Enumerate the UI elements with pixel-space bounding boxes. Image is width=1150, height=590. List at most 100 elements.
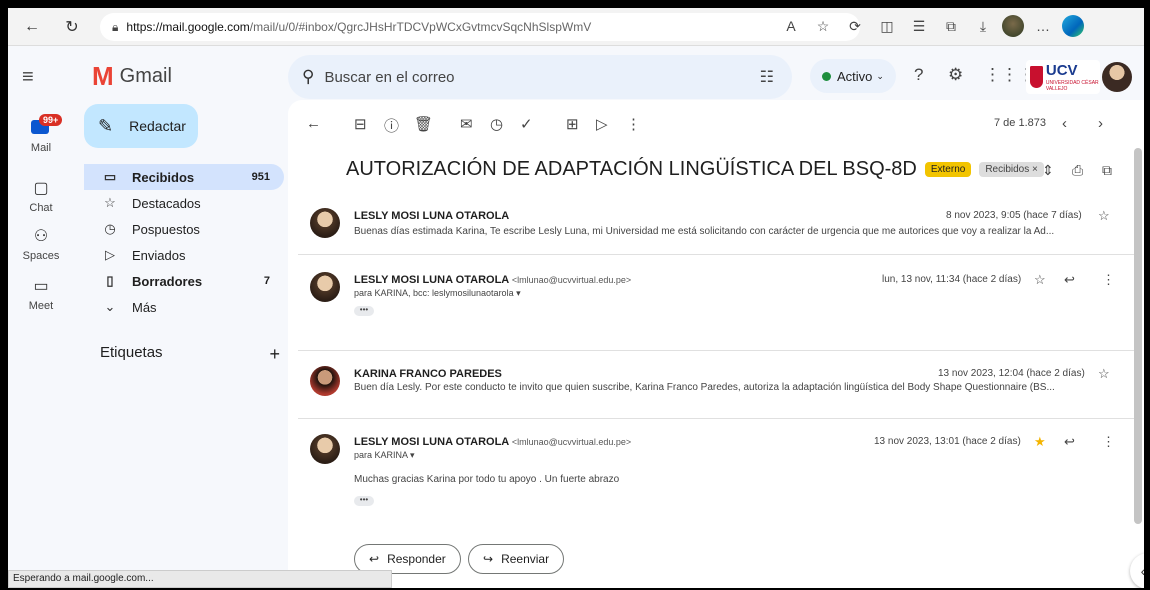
read-aloud-icon[interactable]: A bbox=[778, 13, 804, 39]
older-icon[interactable]: › bbox=[1098, 115, 1103, 132]
back-to-inbox-icon[interactable]: ← bbox=[306, 115, 321, 132]
rail-item-chat[interactable]: ▢ Chat bbox=[8, 178, 74, 214]
sender-avatar bbox=[310, 208, 340, 238]
thread-message[interactable]: KARINA FRANCO PAREDES 13 nov 2023, 12:04… bbox=[288, 362, 1134, 418]
profile-avatar[interactable] bbox=[1002, 15, 1024, 37]
message-recipients[interactable]: para KARINA, bcc: leslymosilunaotarola ▾ bbox=[354, 288, 1114, 299]
show-trimmed-content[interactable]: ••• bbox=[354, 496, 374, 506]
show-trimmed-content[interactable]: ••• bbox=[354, 306, 374, 316]
sender-email: <lmlunao@ucvvirtual.edu.pe> bbox=[511, 437, 632, 447]
message-snippet: Buenas días estimada Karina, Te escribe … bbox=[354, 226, 1055, 237]
message-recipients[interactable]: para KARINA ▾ bbox=[354, 450, 1114, 461]
folder-starred[interactable]: ☆ Destacados bbox=[84, 190, 284, 216]
thread-message[interactable]: LESLY MOSI LUNA OTAROLA <lmlunao@ucvvirt… bbox=[288, 430, 1134, 520]
rail-item-meet[interactable]: ▭ Meet bbox=[8, 276, 74, 312]
collections-icon[interactable]: ⧉ bbox=[938, 13, 964, 39]
folder-sent[interactable]: ▷ Enviados bbox=[84, 242, 284, 268]
favorites-bar-icon[interactable]: ☰ bbox=[906, 13, 932, 39]
thread-message[interactable]: LESLY MOSI LUNA OTAROLA 8 nov 2023, 9:05… bbox=[288, 204, 1134, 260]
draft-icon: ▯ bbox=[106, 273, 114, 288]
more-vert-icon[interactable]: ⋮ bbox=[1102, 272, 1115, 288]
open-new-window-icon[interactable]: ⧉ bbox=[1102, 162, 1112, 179]
sender-avatar bbox=[310, 366, 340, 396]
star-icon[interactable]: ☆ bbox=[1098, 366, 1110, 382]
account-avatar[interactable] bbox=[1102, 62, 1132, 92]
archive-icon[interactable]: ⊟ bbox=[354, 115, 367, 133]
labels-section: Etiquetas + bbox=[100, 344, 280, 365]
copilot-icon[interactable] bbox=[1062, 15, 1084, 37]
more-icon[interactable]: … bbox=[1030, 13, 1056, 39]
folder-snoozed[interactable]: ◷ Pospuestos bbox=[84, 216, 284, 242]
star-icon[interactable]: ☆ bbox=[1098, 208, 1110, 224]
main-menu-icon[interactable]: ≡ bbox=[22, 66, 34, 89]
snooze-icon[interactable]: ◷ bbox=[490, 115, 503, 133]
search-icon[interactable]: ⚲ bbox=[302, 67, 314, 87]
rail-item-mail[interactable]: 99+ Mail bbox=[8, 114, 74, 154]
inbox-tag[interactable]: Recibidos × bbox=[979, 162, 1044, 177]
folder-inbox[interactable]: ▭ Recibidos 951 bbox=[84, 164, 284, 190]
folder-count: 951 bbox=[251, 171, 270, 183]
message-date: 13 nov 2023, 12:04 (hace 2 días) bbox=[938, 368, 1085, 379]
more-options-icon[interactable]: ⋮ bbox=[626, 115, 641, 133]
folder-drafts[interactable]: ▯ Borradores 7 bbox=[84, 268, 284, 294]
rail-label-spaces: Spaces bbox=[22, 250, 60, 262]
browser-actions: A ☆ ⟳ ◫ ☰ ⧉ ⤓ … bbox=[778, 13, 1084, 39]
star-icon[interactable]: ★ bbox=[1034, 434, 1046, 450]
split-screen-icon[interactable]: ◫ bbox=[874, 13, 900, 39]
move-to-icon[interactable]: ⊞ bbox=[566, 115, 579, 133]
url-path: /mail/u/0/#inbox/QgrcJHsHrTDCVpWCxGvtmcv… bbox=[249, 20, 592, 34]
add-label-icon[interactable]: + bbox=[269, 344, 280, 365]
forward-button[interactable]: ↪ Reenviar bbox=[468, 544, 565, 574]
reload-icon[interactable]: ↻ bbox=[58, 13, 86, 41]
chat-icon: ▢ bbox=[33, 180, 49, 197]
scrollbar[interactable] bbox=[1134, 148, 1142, 524]
message-date: 8 nov 2023, 9:05 (hace 7 días) bbox=[946, 210, 1082, 221]
sender-name: KARINA FRANCO PAREDES bbox=[354, 368, 502, 380]
label-icon[interactable]: ▷ bbox=[596, 115, 608, 133]
help-icon[interactable]: ? bbox=[914, 65, 923, 85]
labels-title: Etiquetas bbox=[100, 344, 163, 361]
chevron-down-icon: ⌄ bbox=[876, 70, 884, 81]
status-selector[interactable]: Activo ⌄ bbox=[810, 59, 896, 93]
folder-more[interactable]: ⌄ Más bbox=[84, 294, 284, 320]
extensions-icon[interactable]: ⟳ bbox=[842, 13, 868, 39]
report-spam-icon[interactable]: ⓘ bbox=[384, 115, 399, 136]
mail-icon: 99+ bbox=[23, 114, 63, 140]
reply-icon[interactable]: ↩ bbox=[1064, 272, 1075, 288]
meet-icon: ▭ bbox=[33, 278, 49, 295]
star-icon[interactable]: ☆ bbox=[1034, 272, 1046, 288]
print-icon[interactable]: ⎙ bbox=[1072, 162, 1083, 179]
search-options-icon[interactable]: ☷ bbox=[760, 67, 774, 87]
mark-unread-icon[interactable]: ✉ bbox=[460, 115, 473, 133]
ucv-logo: UCV UNIVERSIDAD CÉSAR VALLEJO bbox=[1026, 60, 1100, 94]
address-bar[interactable]: 🔒︎ https://mail.google.com/mail/u/0/#inb… bbox=[100, 13, 860, 41]
status-dot bbox=[822, 71, 832, 81]
subject-text: AUTORIZACIÓN DE ADAPTACIÓN LINGÜÍSTICA D… bbox=[346, 158, 917, 180]
divider bbox=[298, 350, 1134, 351]
message-snippet: Buen día Lesly. Por este conducto te inv… bbox=[354, 382, 1055, 393]
expand-all-icon[interactable]: ⇕ bbox=[1042, 162, 1054, 179]
sender-name: LESLY MOSI LUNA OTAROLA <lmlunao@ucvvirt… bbox=[354, 436, 632, 448]
download-icon[interactable]: ⤓ bbox=[970, 13, 996, 39]
rail-item-spaces[interactable]: ⚇ Spaces bbox=[8, 226, 74, 262]
settings-icon[interactable]: ⚙ bbox=[948, 65, 963, 85]
compose-button[interactable]: ✎ Redactar bbox=[84, 104, 198, 148]
thread-message[interactable]: LESLY MOSI LUNA OTAROLA <lmlunao@ucvvirt… bbox=[288, 268, 1134, 348]
inbox-icon: ▭ bbox=[103, 169, 117, 184]
reply-label: Responder bbox=[387, 552, 446, 566]
newer-icon[interactable]: ‹ bbox=[1062, 115, 1067, 132]
add-task-icon[interactable]: ✓ bbox=[520, 115, 533, 133]
reply-icon[interactable]: ↩ bbox=[1064, 434, 1075, 450]
favorite-icon[interactable]: ☆ bbox=[810, 13, 836, 39]
send-icon: ▷ bbox=[105, 247, 115, 262]
gmail-logo[interactable]: M Gmail bbox=[92, 63, 172, 89]
delete-icon[interactable]: 🗑︎ bbox=[414, 115, 433, 133]
more-vert-icon[interactable]: ⋮ bbox=[1102, 434, 1115, 450]
search-bar[interactable]: ⚲ Buscar en el correo ☷ bbox=[288, 55, 792, 99]
compose-label: Redactar bbox=[129, 118, 186, 134]
browser-status-bar: Esperando a mail.google.com... bbox=[8, 570, 392, 588]
folder-label: Borradores bbox=[132, 273, 203, 289]
pencil-icon: ✎ bbox=[98, 115, 114, 136]
back-icon[interactable]: ← bbox=[18, 13, 46, 41]
lock-icon: 🔒︎ bbox=[112, 19, 119, 34]
